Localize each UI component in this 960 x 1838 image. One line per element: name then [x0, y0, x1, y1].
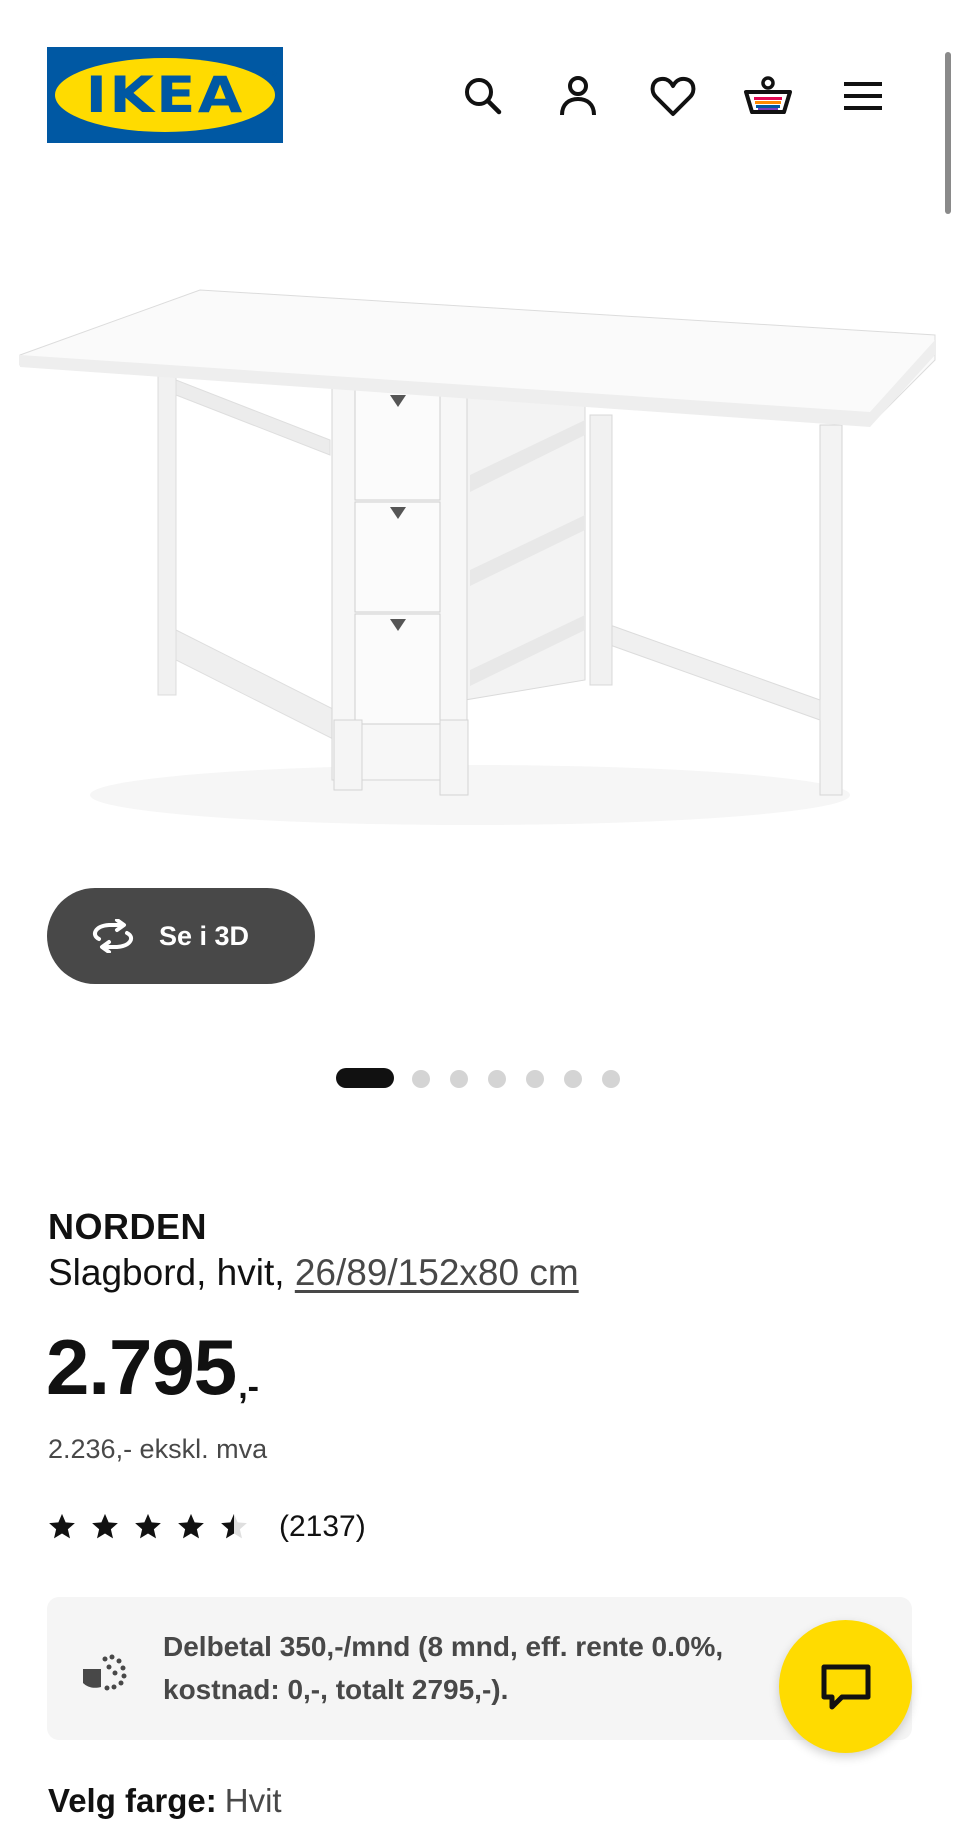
price-amount: 2.795 — [46, 1323, 237, 1411]
logo-text: IKEA — [85, 66, 245, 124]
price-suffix: ,- — [238, 1368, 259, 1406]
product-measurements-link[interactable]: 26/89/152x80 cm — [295, 1252, 579, 1293]
product-image[interactable] — [0, 230, 960, 850]
color-selected-value: Hvit — [224, 1782, 282, 1819]
scrollbar[interactable] — [945, 52, 951, 214]
star-full-icon — [178, 1513, 204, 1539]
menu-icon[interactable] — [835, 68, 891, 124]
rotate-3d-icon — [92, 919, 134, 953]
pagination-dot-6[interactable] — [564, 1070, 582, 1088]
cart-icon[interactable] — [740, 68, 796, 124]
view-3d-button[interactable]: Se i 3D — [47, 888, 315, 984]
pagination-dot-5[interactable] — [526, 1070, 544, 1088]
installment-text: Delbetal 350,-/mnd (8 mnd, eff. rente 0.… — [163, 1631, 724, 1706]
installment-icon — [83, 1654, 127, 1691]
account-icon[interactable] — [550, 68, 606, 124]
product-rating[interactable]: (2137) — [47, 1510, 366, 1544]
ikea-logo[interactable]: IKEA ® — [47, 47, 283, 143]
product-name: NORDEN — [48, 1206, 208, 1247]
registered-mark-icon: ® — [270, 69, 277, 79]
star-half-icon — [221, 1513, 247, 1539]
star-full-icon — [135, 1513, 161, 1539]
product-price: 2.795 ,- — [46, 1328, 259, 1407]
color-selector-label: Velg farge: — [48, 1782, 217, 1819]
pagination-dot-1[interactable] — [336, 1068, 394, 1088]
site-header: IKEA ® — [0, 0, 960, 150]
rating-stars — [47, 1512, 249, 1542]
product-type: Slagbord, hvit, — [48, 1252, 285, 1293]
star-full-icon — [49, 1513, 75, 1539]
search-icon[interactable] — [455, 68, 511, 124]
logo-oval: IKEA — [55, 58, 275, 132]
pagination-dot-2[interactable] — [412, 1070, 430, 1088]
view-3d-label: Se i 3D — [159, 920, 250, 951]
product-description: Slagbord, hvit, 26/89/152x80 cm — [48, 1252, 579, 1294]
color-selector: Velg farge: Hvit — [48, 1782, 282, 1820]
pagination-dot-3[interactable] — [450, 1070, 468, 1088]
chat-button[interactable] — [779, 1620, 912, 1753]
heart-icon[interactable] — [645, 68, 701, 124]
pagination-dot-7[interactable] — [602, 1070, 620, 1088]
chat-icon — [821, 1664, 870, 1709]
rating-count[interactable]: (2137) — [279, 1510, 366, 1544]
pagination-dot-4[interactable] — [488, 1070, 506, 1088]
price-excl-vat: 2.236,- ekskl. mva — [48, 1434, 268, 1464]
star-full-icon — [92, 1513, 118, 1539]
